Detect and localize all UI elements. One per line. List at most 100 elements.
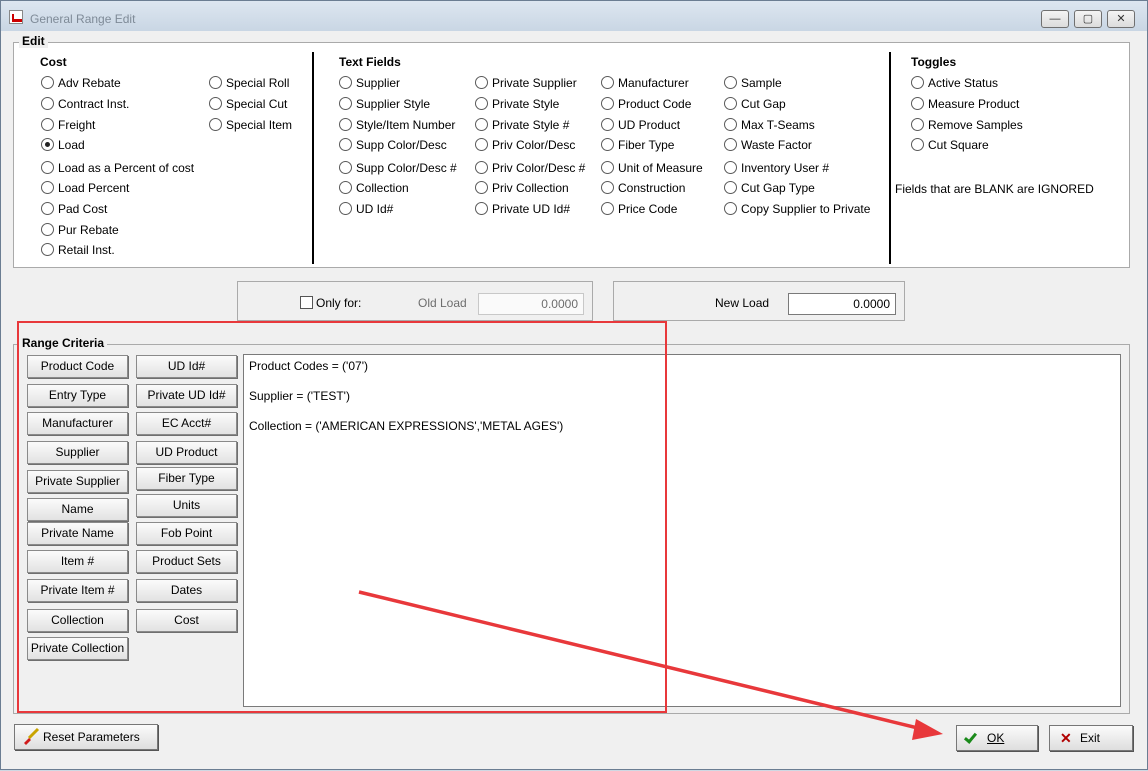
radio-label: Measure Product	[928, 97, 1020, 111]
radio-label: Product Code	[618, 97, 692, 111]
criteria-button-entry-type[interactable]: Entry Type	[27, 384, 128, 407]
criteria-button-product-sets[interactable]: Product Sets	[136, 550, 237, 573]
maximize-button[interactable]: ▢	[1074, 10, 1102, 28]
text-fields-heading: Text Fields	[339, 55, 401, 69]
radio-label: Special Cut	[226, 97, 288, 111]
radio-label: Load as a Percent of cost	[58, 161, 195, 175]
criteria-button-private-name[interactable]: Private Name	[27, 522, 128, 545]
radio-label: Adv Rebate	[58, 76, 121, 90]
radio-label: Priv Color/Desc	[492, 138, 576, 152]
radio-label: Private Supplier	[492, 76, 577, 90]
radio-indicator	[339, 76, 352, 89]
radio-label: UD Id#	[356, 202, 394, 216]
radio-indicator	[41, 118, 54, 131]
radio-label: Sample	[741, 76, 782, 90]
old-load-field[interactable]: 0.0000	[478, 293, 584, 315]
radio-label: Style/Item Number	[356, 118, 456, 132]
criteria-button-private-ud-id[interactable]: Private UD Id#	[136, 384, 237, 407]
radio-label: Manufacturer	[618, 76, 689, 90]
close-icon: ✕	[1060, 730, 1072, 746]
radio-label: Supplier	[356, 76, 401, 90]
radio-indicator	[601, 161, 614, 174]
radio-indicator	[339, 138, 352, 151]
check-icon	[963, 730, 978, 744]
general-range-edit-window: General Range Edit — ▢ ✕ Edit Cost Text …	[0, 0, 1148, 770]
radio-indicator	[339, 97, 352, 110]
radio-label: Max T-Seams	[741, 118, 815, 132]
ok-button[interactable]: OK	[956, 725, 1038, 751]
radio-indicator	[475, 161, 488, 174]
criteria-button-private-supplier[interactable]: Private Supplier	[27, 470, 128, 493]
only-for-checkbox[interactable]	[300, 296, 313, 309]
radio-indicator	[209, 118, 222, 131]
criteria-button-units[interactable]: Units	[136, 494, 237, 517]
radio-label: Cut Square	[928, 138, 989, 152]
radio-indicator	[339, 202, 352, 215]
criteria-button-private-collection[interactable]: Private Collection	[27, 637, 128, 660]
criteria-button-product-code[interactable]: Product Code	[27, 355, 128, 378]
radio-indicator	[41, 181, 54, 194]
radio-label: Inventory User #	[741, 161, 830, 175]
radio-indicator	[209, 76, 222, 89]
criteria-button-supplier[interactable]: Supplier	[27, 441, 128, 464]
new-load-panel: New Load 0.0000	[613, 281, 905, 321]
title-bar[interactable]: General Range Edit — ▢ ✕	[1, 1, 1147, 31]
radio-indicator	[724, 97, 737, 110]
radio-label: Price Code	[618, 202, 678, 216]
new-load-field[interactable]: 0.0000	[788, 293, 896, 315]
criteria-button-item[interactable]: Item #	[27, 550, 128, 573]
radio-indicator	[41, 138, 54, 151]
radio-label: Remove Samples	[928, 118, 1023, 132]
criteria-button-private-item[interactable]: Private Item #	[27, 579, 128, 602]
radio-label: Supp Color/Desc #	[356, 161, 457, 175]
radio-label: Contract Inst.	[58, 97, 130, 111]
criteria-button-ud-id[interactable]: UD Id#	[136, 355, 237, 378]
edit-group: Edit Cost Text Fields Toggles Fields tha…	[13, 34, 1130, 268]
radio-indicator	[41, 202, 54, 215]
criteria-button-name[interactable]: Name	[27, 498, 128, 521]
radio-indicator	[475, 202, 488, 215]
radio-indicator	[724, 138, 737, 151]
criteria-button-fob-point[interactable]: Fob Point	[136, 522, 237, 545]
radio-label: Priv Collection	[492, 181, 569, 195]
cost-heading: Cost	[40, 55, 67, 69]
exit-button[interactable]: ✕ Exit	[1049, 725, 1133, 751]
app-icon	[9, 10, 23, 24]
reset-parameters-button[interactable]: Reset Parameters	[14, 724, 158, 750]
reset-parameters-label: Reset Parameters	[43, 730, 140, 744]
criteria-text-area[interactable]: Product Codes = ('07') Supplier = ('TEST'…	[243, 354, 1121, 707]
radio-label: Fiber Type	[618, 138, 675, 152]
edit-group-title: Edit	[19, 34, 48, 48]
toggles-heading: Toggles	[911, 55, 957, 69]
radio-indicator	[41, 76, 54, 89]
radio-label: UD Product	[618, 118, 681, 132]
criteria-button-manufacturer[interactable]: Manufacturer	[27, 412, 128, 435]
radio-indicator	[601, 97, 614, 110]
radio-indicator	[339, 161, 352, 174]
criteria-button-ec-acct[interactable]: EC Acct#	[136, 412, 237, 435]
radio-indicator	[724, 118, 737, 131]
radio-label: Cut Gap	[741, 97, 786, 111]
blank-fields-note: Fields that are BLANK are IGNORED	[895, 182, 1094, 196]
criteria-button-cost[interactable]: Cost	[136, 609, 237, 632]
minimize-button[interactable]: —	[1041, 10, 1069, 28]
radio-label: Pad Cost	[58, 202, 108, 216]
close-button[interactable]: ✕	[1107, 10, 1135, 28]
radio-label: Private Style #	[492, 118, 570, 132]
radio-indicator	[475, 181, 488, 194]
radio-label: Special Item	[226, 118, 293, 132]
radio-indicator	[209, 97, 222, 110]
radio-indicator	[41, 161, 54, 174]
criteria-button-collection[interactable]: Collection	[27, 609, 128, 632]
criteria-button-dates[interactable]: Dates	[136, 579, 237, 602]
exit-label: Exit	[1080, 731, 1101, 745]
radio-indicator	[475, 97, 488, 110]
radio-indicator	[724, 181, 737, 194]
criteria-button-ud-product[interactable]: UD Product	[136, 441, 237, 464]
radio-indicator	[601, 138, 614, 151]
brush-icon	[24, 727, 40, 745]
radio-indicator	[601, 76, 614, 89]
radio-label: Freight	[58, 118, 96, 132]
radio-label: Special Roll	[226, 76, 290, 90]
criteria-button-fiber-type[interactable]: Fiber Type	[136, 467, 237, 490]
